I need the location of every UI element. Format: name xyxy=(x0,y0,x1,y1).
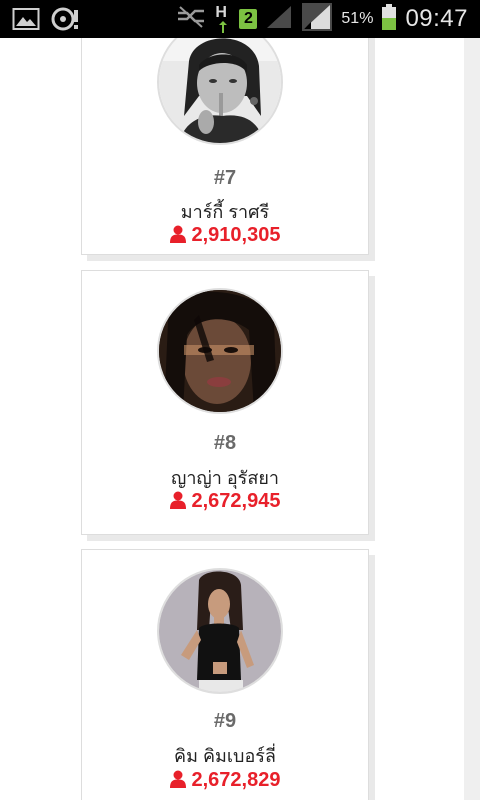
rank-number: #7 xyxy=(213,167,237,189)
right-edge-panel xyxy=(464,38,480,800)
ranking-card-7[interactable]: #7 มาร์กี้ ราศรี 2,910,305 xyxy=(81,38,369,255)
status-right-icons: H 2 51% 09:47 xyxy=(175,2,468,37)
notification-count-badge: 2 xyxy=(239,9,258,29)
network-type-label: H xyxy=(215,4,227,21)
vote-count: 2,910,305 xyxy=(82,224,368,249)
gallery-icon xyxy=(12,7,40,36)
vote-count-value: 2,910,305 xyxy=(191,224,281,246)
wifi-signal-icon xyxy=(301,2,333,37)
vote-count: 2,672,945 xyxy=(82,490,368,515)
ranking-list[interactable]: #7 มาร์กี้ ราศรี 2,910,305 #8 ญาญ่า อุรั… xyxy=(0,38,480,800)
cell-signal-icon xyxy=(265,4,293,35)
user-icon xyxy=(169,491,186,515)
vote-count-value: 2,672,829 xyxy=(191,769,281,791)
battery-icon xyxy=(381,3,397,36)
avatar[interactable] xyxy=(157,568,283,694)
status-bar: H 2 51% 09:47 xyxy=(0,0,480,38)
battery-percent: 51% xyxy=(341,10,374,27)
signal-muted-icon xyxy=(175,5,207,34)
status-left-icons xyxy=(12,6,82,37)
vote-count-value: 2,672,945 xyxy=(191,490,281,512)
contestant-name: คิม คิมเบอร์ลี่ xyxy=(174,746,276,766)
contestant-name: ญาญ่า อุรัสยา xyxy=(170,468,279,488)
ranking-card-9[interactable]: #9 คิม คิมเบอร์ลี่ 2,672,829 xyxy=(81,549,369,800)
vote-count: 2,672,829 xyxy=(82,769,368,794)
ranking-card-8[interactable]: #8 ญาญ่า อุรัสยา 2,672,945 xyxy=(81,270,369,535)
clock: 09:47 xyxy=(405,5,468,32)
sync-icon xyxy=(50,6,82,37)
avatar[interactable] xyxy=(157,288,283,414)
rank-number: #9 xyxy=(213,710,237,732)
user-icon xyxy=(169,225,186,249)
rank-number: #8 xyxy=(213,432,237,454)
avatar[interactable] xyxy=(157,38,283,145)
network-h-icon: H xyxy=(215,4,231,34)
contestant-name: มาร์กี้ ราศรี xyxy=(180,202,270,222)
user-icon xyxy=(169,770,186,794)
